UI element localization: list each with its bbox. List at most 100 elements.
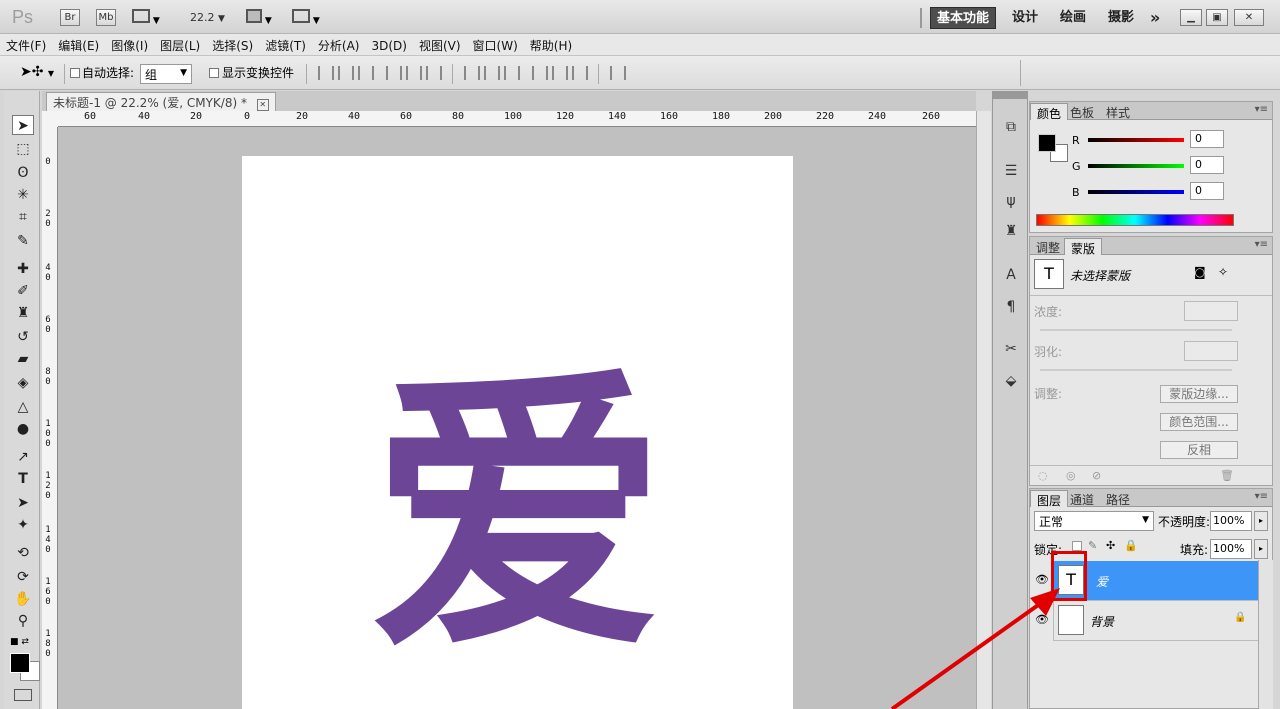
3d-orbit-tool-icon[interactable]: ⟳ (12, 567, 34, 587)
clone-source-panel-icon[interactable]: ♜ (1001, 221, 1021, 241)
disable-mask-icon[interactable]: ⊘ (1092, 469, 1101, 482)
menu-help[interactable]: 帮助(H) (524, 34, 578, 54)
fill-slider-toggle[interactable]: ▸ (1254, 539, 1268, 559)
default-colors-icon[interactable]: ■ ⇄ (10, 637, 29, 647)
menu-select[interactable]: 选择(S) (206, 34, 259, 54)
feather-input[interactable] (1184, 341, 1238, 361)
red-value[interactable]: 0 (1190, 130, 1224, 148)
pen-tool-icon[interactable]: ↗ (12, 447, 34, 467)
menu-edit[interactable]: 编辑(E) (52, 34, 105, 54)
history-brush-tool-icon[interactable]: ↺ (12, 327, 34, 347)
layer-name[interactable]: 背景 (1090, 613, 1114, 630)
add-vector-mask-icon[interactable]: ✧ (1218, 265, 1228, 279)
tab-channels[interactable]: 通道 (1064, 490, 1100, 507)
blend-mode-dropdown[interactable]: 正常 ▼ (1034, 511, 1154, 531)
align-hcenter-icon[interactable] (406, 66, 422, 80)
eraser-tool-icon[interactable]: ▰ (12, 349, 34, 369)
density-input[interactable] (1184, 301, 1238, 321)
tab-layers[interactable]: 图层 (1030, 490, 1069, 508)
zoom-tool-icon[interactable]: ⚲ (12, 611, 34, 631)
tab-swatches[interactable]: 色板 (1064, 103, 1100, 120)
bridge-button[interactable]: Br (60, 9, 80, 26)
foreground-color-swatch[interactable] (1038, 134, 1056, 152)
color-range-button[interactable]: 颜色范围... (1160, 413, 1238, 431)
eyedropper-tool-icon[interactable]: ✎ (12, 231, 34, 251)
distribute-vcenter-icon[interactable] (484, 66, 500, 80)
document-canvas[interactable]: 爱 (242, 156, 793, 709)
opacity-slider-toggle[interactable]: ▸ (1254, 511, 1268, 531)
vertical-ruler[interactable]: 0 2 0 4 0 6 0 8 0 1 0 0 1 2 0 1 4 0 1 6 … (42, 127, 58, 709)
zoom-level-dropdown[interactable]: 22.2 ▼ (190, 11, 225, 24)
mask-edge-button[interactable]: 蒙版边缘... (1160, 385, 1238, 403)
restore-button[interactable]: ▣ (1206, 9, 1228, 26)
paint-bucket-tool-icon[interactable]: ◈ (12, 373, 34, 393)
actions-panel-icon[interactable]: ☰ (1001, 161, 1021, 181)
density-slider[interactable] (1040, 329, 1232, 331)
clone-stamp-tool-icon[interactable]: ♜ (12, 303, 34, 323)
align-left-icon[interactable] (386, 66, 402, 80)
more-workspaces-icon[interactable]: » (1144, 7, 1166, 29)
document-tab[interactable]: 未标题-1 @ 22.2% (爱, CMYK/8) * ✕ (46, 92, 276, 111)
menu-layer[interactable]: 图层(L) (154, 34, 206, 54)
layer-name[interactable]: 爱 (1096, 573, 1108, 590)
blue-value[interactable]: 0 (1190, 182, 1224, 200)
hand-tool-icon[interactable]: ✋ (12, 589, 34, 609)
align-right-icon[interactable] (426, 66, 442, 80)
panel-menu-icon[interactable]: ▾≡ (1255, 104, 1268, 115)
align-top-icon[interactable] (318, 66, 334, 80)
path-selection-tool-icon[interactable]: ➤ (12, 493, 34, 513)
paragraph-panel-icon[interactable]: ¶ (1001, 297, 1021, 317)
dodge-tool-icon[interactable]: ● (12, 419, 34, 439)
green-value[interactable]: 0 (1190, 156, 1224, 174)
distribute-hcenter-icon[interactable] (552, 66, 568, 80)
layers-scrollbar[interactable] (1258, 560, 1273, 709)
brushes-panel-icon[interactable]: ψ (1001, 191, 1021, 211)
lock-all-icon[interactable]: 🔒 (1124, 539, 1138, 552)
red-slider[interactable] (1088, 138, 1184, 142)
canvas-area[interactable]: 爱 (58, 127, 976, 709)
panel-menu-icon[interactable]: ▾≡ (1255, 491, 1268, 502)
lock-image-icon[interactable]: ✎ (1088, 539, 1097, 552)
show-transform-checkbox[interactable] (209, 68, 219, 78)
align-bottom-icon[interactable] (358, 66, 374, 80)
blue-slider[interactable] (1088, 190, 1184, 194)
menu-analysis[interactable]: 分析(A) (312, 34, 366, 54)
view-extras-dropdown[interactable]: ▼ (132, 9, 168, 26)
lock-transparent-icon[interactable] (1072, 541, 1082, 551)
screen-mode-dropdown[interactable]: ▼ (292, 9, 326, 26)
tool-presets-panel-icon[interactable]: ✂ (1001, 339, 1021, 359)
menu-file[interactable]: 文件(F) (0, 34, 52, 54)
menu-window[interactable]: 窗口(W) (467, 34, 524, 54)
quick-select-tool-icon[interactable]: ✳ (12, 185, 34, 205)
menu-filter[interactable]: 滤镜(T) (259, 34, 312, 54)
delete-mask-icon[interactable]: 🗑 (1220, 469, 1234, 482)
tab-adjustments[interactable]: 调整 (1030, 238, 1066, 255)
move-tool-preset-picker[interactable]: ➤✣ ▼ (20, 64, 54, 80)
marquee-tool-icon[interactable]: ⬚ (12, 139, 34, 159)
layer-row-background[interactable]: 背景 🔒 (1054, 601, 1258, 641)
green-slider[interactable] (1088, 164, 1184, 168)
type-tool-icon[interactable]: T (12, 469, 34, 489)
add-pixel-mask-icon[interactable]: ◙ (1194, 265, 1206, 279)
opacity-input[interactable]: 100% (1210, 511, 1252, 531)
dock-header[interactable] (993, 91, 1027, 99)
brush-tool-icon[interactable]: ✐ (12, 281, 34, 301)
distribute-left-icon[interactable] (532, 66, 548, 80)
menu-image[interactable]: 图像(I) (105, 34, 154, 54)
feather-slider[interactable] (1040, 369, 1232, 371)
load-selection-icon[interactable]: ◌ (1038, 469, 1048, 482)
ruler-origin[interactable] (42, 111, 58, 127)
mini-bridge-button[interactable]: Mb (96, 9, 116, 26)
lock-position-icon[interactable]: ✣ (1106, 539, 1115, 552)
history-panel-icon[interactable]: ⧉ (1001, 117, 1021, 137)
custom-shape-tool-icon[interactable]: ✦ (12, 515, 34, 535)
menu-view[interactable]: 视图(V) (413, 34, 467, 54)
character-panel-icon[interactable]: A (1001, 265, 1021, 285)
3d-panel-icon[interactable]: ⬙ (1001, 371, 1021, 391)
minimize-button[interactable]: ▁ (1180, 9, 1202, 26)
workspace-photography[interactable]: 摄影 (1102, 7, 1140, 29)
panel-menu-icon[interactable]: ▾≡ (1255, 239, 1268, 250)
distribute-right-icon[interactable] (572, 66, 588, 80)
auto-align-layers-icon[interactable] (610, 66, 626, 80)
invert-button[interactable]: 反相 (1160, 441, 1238, 459)
